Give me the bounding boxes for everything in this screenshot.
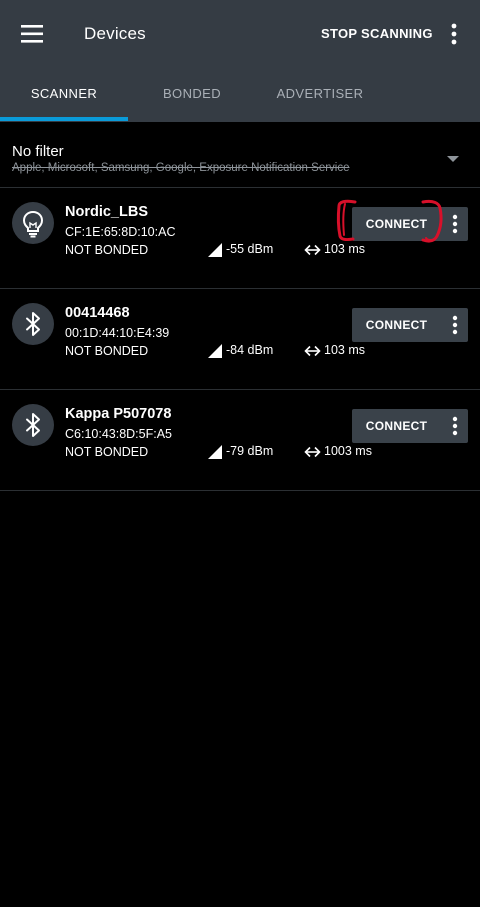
tab-indicator <box>0 117 128 121</box>
app-bar: Devices STOP SCANNING SCANNER BONDED ADV… <box>0 0 480 122</box>
bond-state: NOT BONDED <box>65 344 149 358</box>
interval-arrows-icon <box>304 345 321 357</box>
rssi-value: -84 dBm <box>226 343 274 357</box>
device-address: C6:10:43:8D:5F:A5 <box>65 427 173 441</box>
more-vert-icon[interactable] <box>444 20 464 48</box>
bluetooth-icon <box>12 303 54 345</box>
tab-advertiser[interactable]: ADVERTISER <box>256 68 384 122</box>
connect-button[interactable]: CONNECT <box>352 308 441 342</box>
tab-bar: SCANNER BONDED ADVERTISER <box>0 68 480 122</box>
page-title: Devices <box>84 24 146 43</box>
rssi-value: -55 dBm <box>226 242 274 256</box>
tab-bonded[interactable]: BONDED <box>128 68 256 122</box>
signal-strength-icon <box>208 344 222 358</box>
bond-state: NOT BONDED <box>65 445 149 459</box>
device-name: Nordic_LBS <box>65 204 148 220</box>
toolbar: Devices STOP SCANNING <box>0 0 480 68</box>
signal-strength-icon <box>208 243 222 257</box>
divider <box>0 490 480 491</box>
filter-selector[interactable]: No filter Apple, Microsoft, Samsung, Goo… <box>0 122 480 187</box>
interval-arrows-icon <box>304 244 321 256</box>
connect-button[interactable]: CONNECT <box>352 207 441 241</box>
connect-button[interactable]: CONNECT <box>352 409 441 443</box>
signal-strength-icon <box>208 445 222 459</box>
hamburger-menu-icon[interactable] <box>20 22 46 46</box>
arrow-drop-down-icon <box>446 150 460 168</box>
bond-state: NOT BONDED <box>65 243 149 257</box>
device-address: 00:1D:44:10:E4:39 <box>65 326 170 340</box>
interval-value: 103 ms <box>324 242 365 256</box>
device-more-vert-icon[interactable] <box>441 207 468 241</box>
device-name: Kappa P507078 <box>65 406 172 422</box>
stop-scanning-button[interactable]: STOP SCANNING <box>321 26 433 41</box>
device-row[interactable]: Kappa P507078 C6:10:43:8D:5F:A5 NOT BOND… <box>0 390 480 491</box>
device-row[interactable]: 00414468 00:1D:44:10:E4:39 NOT BONDED -8… <box>0 289 480 390</box>
lightbulb-icon <box>12 202 54 244</box>
interval-value: 1003 ms <box>324 444 372 458</box>
interval-arrows-icon <box>304 446 321 458</box>
device-address: CF:1E:65:8D:10:AC <box>65 225 176 239</box>
rssi-value: -79 dBm <box>226 444 274 458</box>
filter-subtitle: Apple, Microsoft, Samsung, Google, Expos… <box>12 162 350 174</box>
device-name: 00414468 <box>65 305 130 321</box>
bluetooth-icon <box>12 404 54 446</box>
device-more-vert-icon[interactable] <box>441 308 468 342</box>
filter-title: No filter <box>12 143 64 160</box>
device-more-vert-icon[interactable] <box>441 409 468 443</box>
interval-value: 103 ms <box>324 343 365 357</box>
device-row[interactable]: Nordic_LBS CF:1E:65:8D:10:AC NOT BONDED … <box>0 188 480 289</box>
tab-scanner[interactable]: SCANNER <box>0 68 128 122</box>
